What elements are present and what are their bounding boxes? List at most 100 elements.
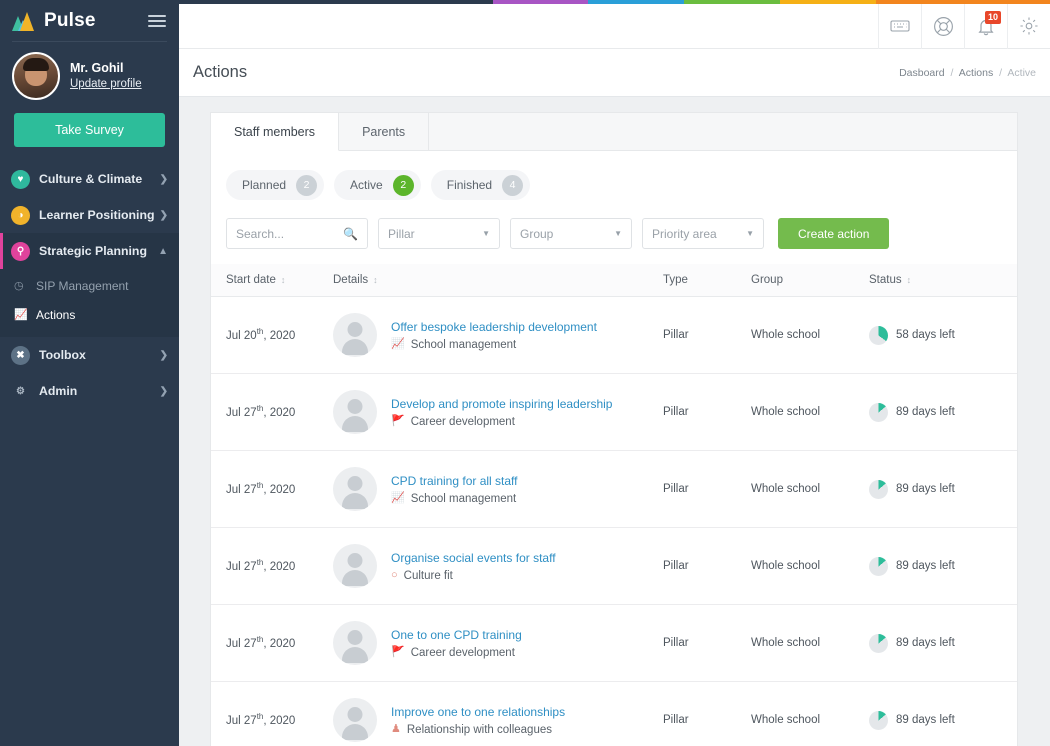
type-value: Pillar bbox=[663, 406, 689, 418]
priority-area-label: School management bbox=[410, 492, 517, 505]
priority-area-label: School management bbox=[410, 338, 517, 351]
tab-bar: Staff members Parents bbox=[211, 113, 1017, 151]
chevron-right-icon: ❯ bbox=[159, 349, 168, 361]
pill-count: 4 bbox=[502, 174, 524, 196]
cell-details: Improve one to one relationships ♟ Relatio… bbox=[333, 681, 663, 746]
update-profile-link[interactable]: Update profile bbox=[70, 77, 142, 91]
avatar bbox=[333, 698, 377, 742]
breadcrumb: Dasboard / Actions / Active bbox=[899, 67, 1036, 79]
chevron-right-icon: ❯ bbox=[159, 209, 168, 221]
search-placeholder: Search... bbox=[236, 226, 285, 241]
action-title-link[interactable]: Develop and promote inspiring leadership bbox=[391, 397, 612, 411]
sidebar-item-label: Strategic Planning bbox=[39, 244, 147, 258]
filter-bar: Search... 🔍 Pillar ▼ Group ▼ Priority ar… bbox=[211, 200, 1017, 249]
cell-type: Pillar bbox=[663, 296, 751, 374]
sidebar-item-admin[interactable]: ⚙ Admin ❯ bbox=[0, 373, 179, 409]
column-label: Start date bbox=[226, 274, 276, 286]
group-value: Whole school bbox=[751, 406, 821, 418]
status-value: 89 days left bbox=[896, 637, 955, 649]
sidebar-item-sip-management[interactable]: ◷ SIP Management bbox=[0, 271, 179, 300]
keyboard-icon[interactable] bbox=[878, 3, 921, 49]
action-title-link[interactable]: Improve one to one relationships bbox=[391, 705, 565, 719]
action-title-link[interactable]: CPD training for all staff bbox=[391, 474, 518, 488]
cell-status: 58 days left bbox=[869, 296, 1017, 374]
type-value: Pillar bbox=[663, 329, 689, 341]
sidebar-item-actions[interactable]: 📈 Actions bbox=[0, 300, 179, 329]
cell-group: Whole school bbox=[751, 681, 869, 746]
start-date-value: Jul 27th, 2020 bbox=[226, 558, 296, 574]
table-row[interactable]: Jul 27th, 2020 Develop and promote inspir… bbox=[211, 373, 1017, 451]
breadcrumb-middle[interactable]: Actions bbox=[959, 67, 993, 79]
sidebar-item-toolbox[interactable]: ✖ Toolbox ❯ bbox=[0, 337, 179, 373]
pill-active[interactable]: Active 2 bbox=[334, 170, 421, 200]
sidebar-nav: ♥ Culture & Climate ❯ ◑ Learner Position… bbox=[0, 161, 179, 409]
group-value: Whole school bbox=[751, 560, 821, 572]
take-survey-button[interactable]: Take Survey bbox=[14, 113, 165, 147]
strip-segment bbox=[779, 0, 876, 4]
column-status[interactable]: Status ↕ bbox=[869, 264, 1017, 297]
cell-details: Offer bespoke leadership development 📈 Sch… bbox=[333, 296, 663, 374]
cell-start-date: Jul 20th, 2020 bbox=[211, 296, 333, 374]
breadcrumb-root[interactable]: Dasboard bbox=[899, 67, 945, 79]
column-start-date[interactable]: Start date ↕ bbox=[211, 264, 333, 297]
flag-icon: 🚩 bbox=[391, 646, 405, 658]
table-row[interactable]: Jul 27th, 2020 Improve one to one relatio… bbox=[211, 681, 1017, 746]
cell-status: 89 days left bbox=[869, 373, 1017, 451]
pill-label: Finished bbox=[446, 178, 493, 192]
column-details[interactable]: Details ↕ bbox=[333, 264, 663, 297]
progress-donut-icon bbox=[869, 402, 888, 422]
progress-donut-icon bbox=[869, 633, 888, 653]
search-input[interactable]: Search... 🔍 bbox=[226, 218, 368, 249]
group-dropdown[interactable]: Group ▼ bbox=[510, 218, 632, 249]
tab-parents[interactable]: Parents bbox=[339, 113, 430, 151]
caret-down-icon: ▼ bbox=[746, 229, 754, 238]
status-value: 89 days left bbox=[896, 560, 955, 572]
line-chart-icon: 📈 bbox=[391, 338, 405, 350]
chevron-right-icon: ❯ bbox=[159, 173, 168, 185]
column-type: Type bbox=[663, 264, 751, 297]
pill-planned[interactable]: Planned 2 bbox=[226, 170, 325, 200]
table-row[interactable]: Jul 27th, 2020 One to one CPD training 🚩 Ca… bbox=[211, 604, 1017, 682]
strip-segment bbox=[684, 0, 780, 4]
lifebuoy-icon[interactable] bbox=[921, 3, 964, 49]
create-action-button[interactable]: Create action bbox=[778, 218, 890, 249]
start-date-value: Jul 27th, 2020 bbox=[226, 635, 296, 651]
start-date-value: Jul 27th, 2020 bbox=[226, 404, 296, 420]
action-title-link[interactable]: Offer bespoke leadership development bbox=[391, 320, 597, 334]
priority-area-label: Career development bbox=[410, 646, 515, 659]
pill-finished[interactable]: Finished 4 bbox=[430, 170, 531, 200]
column-label: Status bbox=[869, 274, 902, 286]
pillar-dropdown[interactable]: Pillar ▼ bbox=[378, 218, 500, 249]
breadcrumb-current: Active bbox=[1007, 66, 1036, 79]
mountains-logo bbox=[12, 11, 38, 31]
action-title-link[interactable]: One to one CPD training bbox=[391, 628, 522, 642]
group-value: Whole school bbox=[751, 483, 821, 495]
app-root: Pulse Mr. Gohil Update profile Take Surv… bbox=[0, 0, 1050, 746]
hamburger-icon[interactable] bbox=[148, 12, 166, 30]
cell-type: Pillar bbox=[663, 527, 751, 605]
sidebar-item-culture-climate[interactable]: ♥ Culture & Climate ❯ bbox=[0, 161, 179, 197]
table-row[interactable]: Jul 27th, 2020 Organise social events for… bbox=[211, 527, 1017, 605]
avatar bbox=[333, 621, 377, 665]
priority-area-dropdown[interactable]: Priority area ▼ bbox=[642, 218, 764, 249]
bell-icon[interactable]: 10 bbox=[964, 3, 1007, 49]
search-icon[interactable]: 🔍 bbox=[343, 227, 358, 241]
gear-icon[interactable] bbox=[1007, 3, 1050, 49]
page-title: Actions bbox=[193, 63, 248, 81]
cell-status: 89 days left bbox=[869, 604, 1017, 682]
table-head: Start date ↕ Details ↕ Type Group Status ↕ bbox=[211, 264, 1017, 297]
cell-details: One to one CPD training 🚩 Career developme… bbox=[333, 604, 663, 682]
action-title-link[interactable]: Organise social events for staff bbox=[391, 551, 556, 565]
flag-icon: 🚩 bbox=[391, 415, 405, 427]
priority-area-label: Culture fit bbox=[403, 569, 453, 582]
sidebar-subitem-label: SIP Management bbox=[36, 278, 129, 293]
table-row[interactable]: Jul 27th, 2020 CPD training for all staff… bbox=[211, 450, 1017, 528]
chevron-up-icon: ▲ bbox=[158, 245, 168, 257]
caret-down-icon: ▼ bbox=[482, 229, 490, 238]
tab-staff-members[interactable]: Staff members bbox=[211, 113, 340, 151]
table-row[interactable]: Jul 20th, 2020 Offer bespoke leadership d… bbox=[211, 296, 1017, 374]
notification-badge: 10 bbox=[985, 10, 1001, 24]
sidebar-item-strategic-planning[interactable]: ⚲ Strategic Planning ▲ bbox=[0, 233, 179, 269]
sidebar-item-learner-positioning[interactable]: ◑ Learner Positioning ❯ bbox=[0, 197, 179, 233]
cell-status: 89 days left bbox=[869, 527, 1017, 605]
